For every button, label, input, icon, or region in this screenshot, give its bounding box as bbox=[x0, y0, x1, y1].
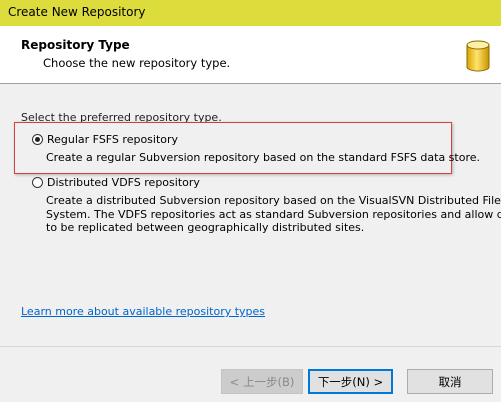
window-title: Create New Repository bbox=[8, 5, 146, 19]
next-button[interactable]: 下一步(N) > bbox=[308, 369, 393, 394]
wizard-header: Repository Type Choose the new repositor… bbox=[0, 26, 501, 84]
description-line: Create a distributed Subversion reposito… bbox=[46, 194, 501, 207]
radio-regular-fsfs[interactable] bbox=[32, 134, 43, 145]
cancel-button[interactable]: 取消 bbox=[407, 369, 493, 394]
database-icon bbox=[466, 40, 490, 72]
option-label[interactable]: Distributed VDFS repository bbox=[47, 176, 200, 189]
title-bar: Create New Repository bbox=[0, 0, 501, 26]
description-line: Create a regular Subversion repository b… bbox=[46, 151, 481, 164]
selection-highlight bbox=[14, 122, 452, 174]
page-title: Repository Type bbox=[21, 38, 130, 52]
back-button[interactable]: < 上一步(B) bbox=[221, 369, 303, 394]
wizard-footer: < 上一步(B) 下一步(N) > 取消 bbox=[0, 346, 501, 402]
description-line: System. The VDFS repositories act as sta… bbox=[46, 207, 501, 221]
wizard-content: Select the preferred repository type. Re… bbox=[0, 84, 501, 346]
radio-distributed-vdfs[interactable] bbox=[32, 177, 43, 188]
description-line: to be replicated between geographically … bbox=[46, 221, 365, 234]
page-subtitle: Choose the new repository type. bbox=[43, 56, 231, 70]
option-label[interactable]: Regular FSFS repository bbox=[47, 133, 178, 146]
option-description: Create a distributed Subversion reposito… bbox=[46, 194, 501, 235]
option-description: Create a regular Subversion repository b… bbox=[46, 151, 480, 165]
learn-more-link[interactable]: Learn more about available repository ty… bbox=[21, 305, 265, 318]
